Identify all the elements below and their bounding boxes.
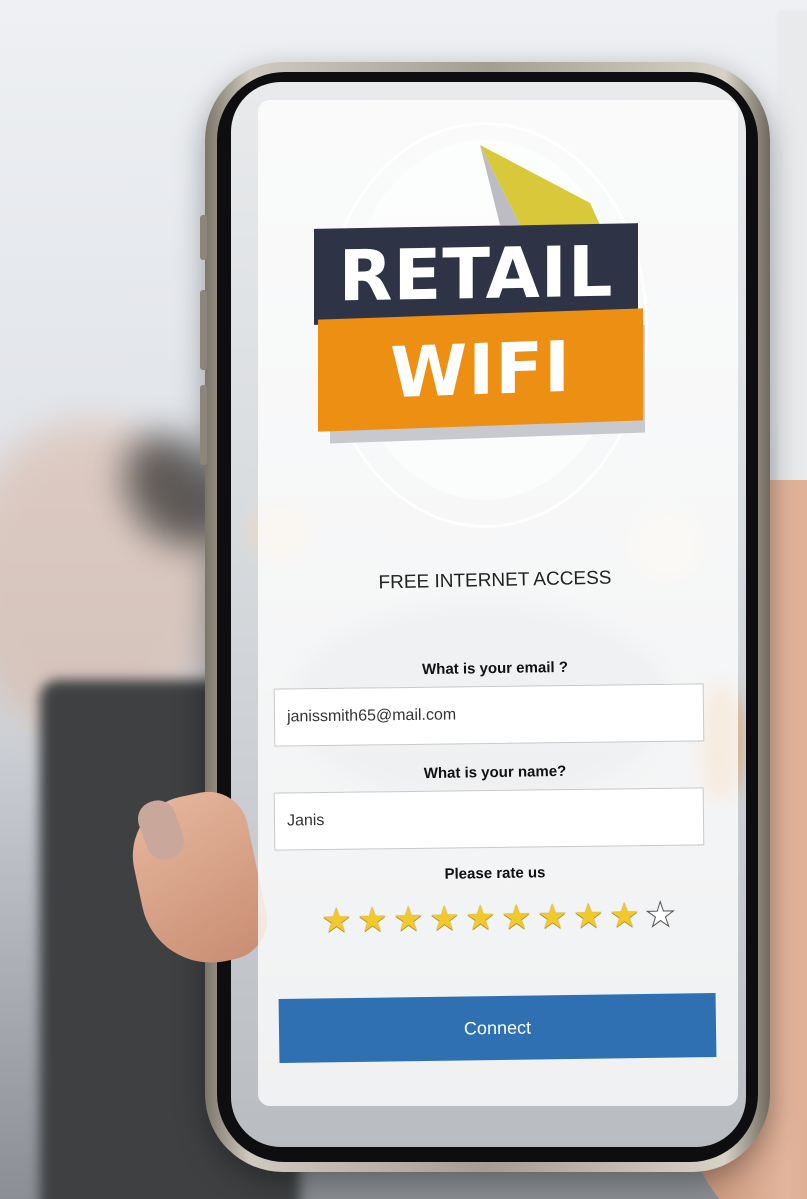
rating-star-icon[interactable]: ★ (608, 897, 642, 936)
rating-star-icon[interactable]: ★ (500, 898, 534, 937)
volume-down-button (200, 385, 207, 465)
rating-star-icon[interactable]: ★ (428, 900, 462, 939)
rating-star-icon[interactable]: ★ (536, 898, 570, 937)
mute-switch (200, 215, 207, 260)
rating-star-icon[interactable]: ★ (356, 901, 390, 940)
name-field[interactable] (273, 787, 705, 851)
volume-up-button (200, 290, 207, 370)
rating-star-icon[interactable]: ★ (572, 897, 606, 936)
photo-scene: RETAIL WIFI FREE INTERNET ACCESS What is… (0, 0, 807, 1199)
rating-star-icon[interactable]: ★ (320, 902, 354, 941)
rating-star-icon[interactable]: ★ (392, 900, 426, 939)
email-field[interactable] (273, 683, 705, 747)
rating-star-icon[interactable]: ★ (644, 895, 678, 935)
star-rating: ★ ★ ★ ★ ★ ★ ★ ★ ★ ★ (320, 895, 681, 947)
logo-sticker-fold-icon (480, 145, 600, 225)
rating-star-icon[interactable]: ★ (464, 899, 498, 938)
logo-wifi: WIFI (318, 308, 643, 432)
connect-button[interactable]: Connect (278, 992, 717, 1064)
